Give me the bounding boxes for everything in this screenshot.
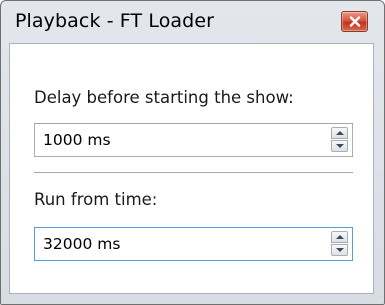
- run-from-label: Run from time:: [34, 190, 158, 209]
- title-bar[interactable]: Playback - FT Loader: [1, 1, 384, 43]
- playback-dialog: Playback - FT Loader Delay before starti…: [0, 0, 385, 305]
- close-button[interactable]: [341, 11, 368, 32]
- run-from-spin-buttons: [331, 231, 348, 257]
- delay-spin-buttons: [331, 127, 348, 153]
- delay-label: Delay before starting the show:: [34, 88, 294, 107]
- window-title: Playback - FT Loader: [15, 10, 215, 32]
- delay-increment-button[interactable]: [331, 127, 348, 139]
- arrow-up-icon: [336, 235, 344, 239]
- delay-spinbox[interactable]: 1000 ms: [34, 123, 353, 157]
- run-from-increment-button[interactable]: [331, 231, 348, 243]
- delay-decrement-button[interactable]: [331, 140, 348, 152]
- separator: [34, 172, 353, 174]
- arrow-down-icon: [336, 248, 344, 252]
- delay-value[interactable]: 1000 ms: [43, 131, 111, 149]
- close-icon: [349, 16, 361, 27]
- arrow-up-icon: [336, 131, 344, 135]
- run-from-decrement-button[interactable]: [331, 244, 348, 256]
- arrow-down-icon: [336, 144, 344, 148]
- run-from-value[interactable]: 32000 ms: [43, 235, 120, 253]
- run-from-spinbox[interactable]: 32000 ms: [34, 227, 353, 261]
